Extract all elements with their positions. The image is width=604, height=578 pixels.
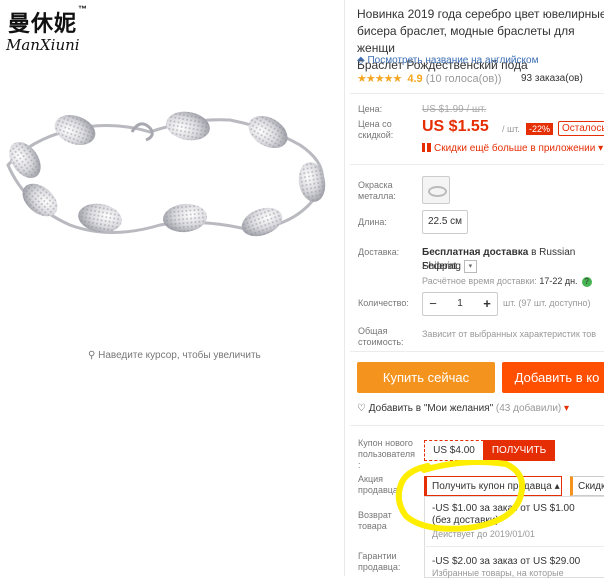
add-to-cart-button[interactable]: Добавить в ко xyxy=(502,362,604,393)
qr-code-icon xyxy=(422,143,431,152)
divider-line xyxy=(424,546,604,547)
brand-logo-cn: 曼休妮 xyxy=(8,11,78,37)
current-price: US $1.55 xyxy=(422,118,489,135)
votes-count: (10 голоса(ов)) xyxy=(425,73,502,85)
divider-line xyxy=(350,351,604,352)
new-user-coupon-value: US $4.00 xyxy=(424,440,484,461)
chevron-down-icon: ▴ xyxy=(551,481,560,492)
product-image-panel: 曼休妮 ™ ManXiuni ⚲ Наведите курсор, чтобы … xyxy=(0,0,344,576)
discount-badge: -22% xyxy=(526,123,554,135)
add-to-wishlist-link[interactable]: ♡ Добавить в "Мои желания" (43 добавили)… xyxy=(357,403,569,414)
seller-discount-dropdown[interactable]: Скидк xyxy=(570,476,604,496)
app-discount-link[interactable]: Скидки ещё больше в приложении ▾ xyxy=(422,143,603,154)
price-label: Цена: xyxy=(358,104,383,114)
heart-icon: ♡ xyxy=(357,403,369,414)
discount-price-label: Цена со скидкой: xyxy=(358,119,394,140)
rating[interactable]: ★★★★★ 4.9 (10 голоса(ов)) xyxy=(357,72,502,85)
brand-logo-en: ManXiuni xyxy=(6,36,80,54)
star-rating-icon: ★★★★★ xyxy=(357,73,402,85)
divider-line xyxy=(350,164,604,165)
color-swatch-silver[interactable] xyxy=(422,176,450,204)
magnifier-icon: ⚲ xyxy=(88,350,99,361)
guarantee-label: Гарантии продавца: xyxy=(358,551,401,572)
help-icon[interactable]: ? xyxy=(581,277,592,287)
price-unit: / шт. xyxy=(502,124,520,134)
shipping-method-select[interactable]: Shipping ▾ xyxy=(422,260,477,273)
quantity-input[interactable]: 1 xyxy=(443,293,477,315)
highlight-annotation xyxy=(395,460,526,532)
divider-line xyxy=(350,93,604,94)
column-divider xyxy=(344,0,345,576)
divider-line xyxy=(350,425,604,426)
color-label: Окраска металла: xyxy=(358,180,396,201)
quantity-increase-button[interactable]: + xyxy=(477,293,497,315)
chevron-down-icon: ▾ xyxy=(595,143,604,154)
return-label: Возврат товара xyxy=(358,510,392,531)
get-coupon-button[interactable]: ПОЛУЧИТЬ xyxy=(483,440,555,461)
translate-title-link[interactable]: ⬘ Посмотреть название на английском xyxy=(357,55,538,66)
brand-trademark: ™ xyxy=(78,4,87,14)
orders-count: 93 заказа(ов) xyxy=(521,73,583,84)
translate-icon: ⬘ xyxy=(357,55,368,66)
time-remaining-badge: Осталось xyxy=(558,121,604,136)
length-label: Длина: xyxy=(358,217,387,227)
chevron-down-icon: ▾ xyxy=(561,403,570,414)
quantity-decrease-button[interactable]: − xyxy=(423,293,443,315)
total-note: Зависит от выбранных характеристик тов xyxy=(422,329,597,339)
total-label: Общая стоимость: xyxy=(358,326,404,347)
rating-value: 4.9 xyxy=(407,73,423,85)
coupon-2-amount[interactable]: -US $2.00 за заказ от US $29.00 xyxy=(432,556,580,567)
quantity-label: Количество: xyxy=(358,298,409,308)
zoom-hint: ⚲ Наведите курсор, чтобы увеличить xyxy=(88,350,261,361)
bracelet-image[interactable] xyxy=(0,90,344,250)
buy-now-button[interactable]: Купить сейчас xyxy=(357,362,495,393)
old-price: US $1.99 / шт. xyxy=(422,104,487,115)
quantity-available: шт. (97 шт. доступно) xyxy=(503,298,591,308)
coupon-2-condition: Избранные товары, на которые xyxy=(432,568,564,578)
delivery-time: Расчётное время доставки: 17-22 дн.? xyxy=(422,276,592,287)
bracelet-thumbnail-icon xyxy=(428,186,447,197)
quantity-stepper: − 1 + xyxy=(422,292,498,316)
shipping-label: Доставка: xyxy=(358,247,400,257)
chevron-down-icon: ▾ xyxy=(463,260,477,273)
length-option-22-5[interactable]: 22.5 см xyxy=(422,210,468,234)
